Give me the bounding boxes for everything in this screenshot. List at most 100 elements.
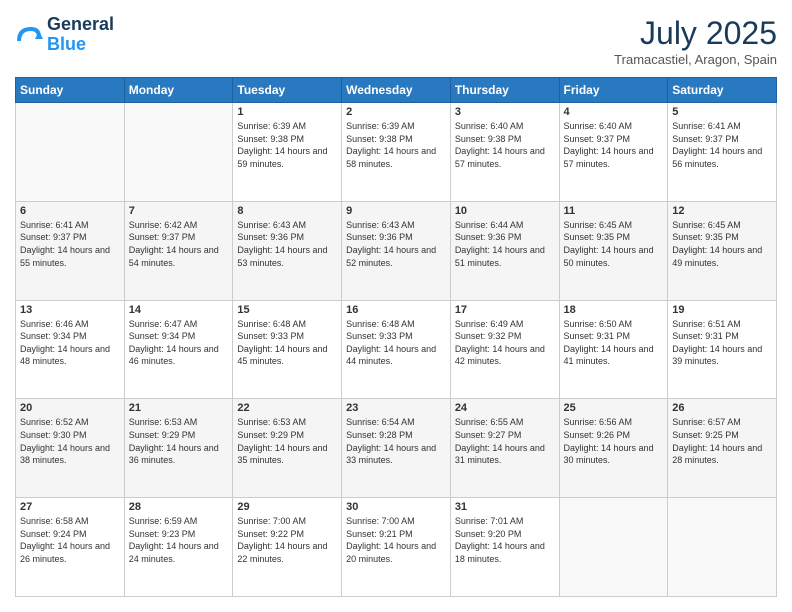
calendar-row-4: 27 Sunrise: 6:58 AM Sunset: 9:24 PM Dayl… [16,498,777,597]
header-monday: Monday [124,78,233,103]
day-number: 18 [564,304,664,316]
calendar-cell: 6 Sunrise: 6:41 AM Sunset: 9:37 PM Dayli… [16,201,125,300]
calendar-cell: 18 Sunrise: 6:50 AM Sunset: 9:31 PM Dayl… [559,300,668,399]
sunset-text: Sunset: 9:36 PM [237,231,337,244]
sunrise-text: Sunrise: 7:00 AM [346,515,446,528]
daylight-text: Daylight: 14 hours and 24 minutes. [129,540,229,565]
cell-content: Sunrise: 6:45 AM Sunset: 9:35 PM Dayligh… [672,219,772,269]
daylight-text: Daylight: 14 hours and 49 minutes. [672,244,772,269]
sunrise-text: Sunrise: 6:39 AM [237,120,337,133]
sunset-text: Sunset: 9:31 PM [564,330,664,343]
sunrise-text: Sunrise: 6:41 AM [672,120,772,133]
cell-content: Sunrise: 6:56 AM Sunset: 9:26 PM Dayligh… [564,416,664,466]
calendar-cell [124,103,233,202]
calendar-cell: 31 Sunrise: 7:01 AM Sunset: 9:20 PM Dayl… [450,498,559,597]
cell-content: Sunrise: 6:53 AM Sunset: 9:29 PM Dayligh… [129,416,229,466]
calendar-cell [668,498,777,597]
daylight-text: Daylight: 14 hours and 35 minutes. [237,442,337,467]
day-number: 31 [455,501,555,513]
day-number: 27 [20,501,120,513]
sunrise-text: Sunrise: 6:40 AM [564,120,664,133]
daylight-text: Daylight: 14 hours and 28 minutes. [672,442,772,467]
sunset-text: Sunset: 9:37 PM [20,231,120,244]
daylight-text: Daylight: 14 hours and 57 minutes. [564,145,664,170]
sunset-text: Sunset: 9:21 PM [346,528,446,541]
header-sunday: Sunday [16,78,125,103]
calendar-cell: 23 Sunrise: 6:54 AM Sunset: 9:28 PM Dayl… [342,399,451,498]
calendar-header-row: Sunday Monday Tuesday Wednesday Thursday… [16,78,777,103]
calendar-cell: 15 Sunrise: 6:48 AM Sunset: 9:33 PM Dayl… [233,300,342,399]
calendar-cell: 21 Sunrise: 6:53 AM Sunset: 9:29 PM Dayl… [124,399,233,498]
day-number: 14 [129,304,229,316]
daylight-text: Daylight: 14 hours and 38 minutes. [20,442,120,467]
sunset-text: Sunset: 9:30 PM [20,429,120,442]
cell-content: Sunrise: 6:46 AM Sunset: 9:34 PM Dayligh… [20,318,120,368]
sunrise-text: Sunrise: 6:57 AM [672,416,772,429]
header-saturday: Saturday [668,78,777,103]
sunset-text: Sunset: 9:25 PM [672,429,772,442]
calendar-cell: 16 Sunrise: 6:48 AM Sunset: 9:33 PM Dayl… [342,300,451,399]
daylight-text: Daylight: 14 hours and 33 minutes. [346,442,446,467]
sunrise-text: Sunrise: 6:59 AM [129,515,229,528]
day-number: 25 [564,402,664,414]
cell-content: Sunrise: 6:48 AM Sunset: 9:33 PM Dayligh… [237,318,337,368]
calendar-cell: 19 Sunrise: 6:51 AM Sunset: 9:31 PM Dayl… [668,300,777,399]
calendar-cell: 20 Sunrise: 6:52 AM Sunset: 9:30 PM Dayl… [16,399,125,498]
sunset-text: Sunset: 9:20 PM [455,528,555,541]
calendar-cell: 1 Sunrise: 6:39 AM Sunset: 9:38 PM Dayli… [233,103,342,202]
calendar-row-2: 13 Sunrise: 6:46 AM Sunset: 9:34 PM Dayl… [16,300,777,399]
sunrise-text: Sunrise: 6:48 AM [237,318,337,331]
cell-content: Sunrise: 7:00 AM Sunset: 9:22 PM Dayligh… [237,515,337,565]
sunrise-text: Sunrise: 6:47 AM [129,318,229,331]
calendar-row-0: 1 Sunrise: 6:39 AM Sunset: 9:38 PM Dayli… [16,103,777,202]
sunset-text: Sunset: 9:38 PM [237,133,337,146]
header: General Blue July 2025 Tramacastiel, Ara… [15,15,777,67]
calendar-cell: 7 Sunrise: 6:42 AM Sunset: 9:37 PM Dayli… [124,201,233,300]
day-number: 20 [20,402,120,414]
daylight-text: Daylight: 14 hours and 57 minutes. [455,145,555,170]
cell-content: Sunrise: 6:40 AM Sunset: 9:37 PM Dayligh… [564,120,664,170]
calendar-cell: 13 Sunrise: 6:46 AM Sunset: 9:34 PM Dayl… [16,300,125,399]
daylight-text: Daylight: 14 hours and 48 minutes. [20,343,120,368]
cell-content: Sunrise: 6:52 AM Sunset: 9:30 PM Dayligh… [20,416,120,466]
cell-content: Sunrise: 6:45 AM Sunset: 9:35 PM Dayligh… [564,219,664,269]
daylight-text: Daylight: 14 hours and 56 minutes. [672,145,772,170]
calendar-cell: 28 Sunrise: 6:59 AM Sunset: 9:23 PM Dayl… [124,498,233,597]
day-number: 29 [237,501,337,513]
day-number: 28 [129,501,229,513]
day-number: 12 [672,205,772,217]
day-number: 9 [346,205,446,217]
cell-content: Sunrise: 6:59 AM Sunset: 9:23 PM Dayligh… [129,515,229,565]
cell-content: Sunrise: 6:53 AM Sunset: 9:29 PM Dayligh… [237,416,337,466]
sunset-text: Sunset: 9:29 PM [129,429,229,442]
sunrise-text: Sunrise: 6:55 AM [455,416,555,429]
calendar-cell: 2 Sunrise: 6:39 AM Sunset: 9:38 PM Dayli… [342,103,451,202]
day-number: 8 [237,205,337,217]
calendar-cell: 24 Sunrise: 6:55 AM Sunset: 9:27 PM Dayl… [450,399,559,498]
cell-content: Sunrise: 6:41 AM Sunset: 9:37 PM Dayligh… [20,219,120,269]
sunset-text: Sunset: 9:33 PM [346,330,446,343]
sunrise-text: Sunrise: 6:56 AM [564,416,664,429]
daylight-text: Daylight: 14 hours and 41 minutes. [564,343,664,368]
daylight-text: Daylight: 14 hours and 50 minutes. [564,244,664,269]
daylight-text: Daylight: 14 hours and 31 minutes. [455,442,555,467]
daylight-text: Daylight: 14 hours and 53 minutes. [237,244,337,269]
calendar-cell: 10 Sunrise: 6:44 AM Sunset: 9:36 PM Dayl… [450,201,559,300]
sunset-text: Sunset: 9:37 PM [129,231,229,244]
cell-content: Sunrise: 6:43 AM Sunset: 9:36 PM Dayligh… [237,219,337,269]
daylight-text: Daylight: 14 hours and 59 minutes. [237,145,337,170]
calendar-cell: 26 Sunrise: 6:57 AM Sunset: 9:25 PM Dayl… [668,399,777,498]
sunset-text: Sunset: 9:38 PM [346,133,446,146]
logo: General Blue [15,15,114,55]
daylight-text: Daylight: 14 hours and 44 minutes. [346,343,446,368]
calendar-row-3: 20 Sunrise: 6:52 AM Sunset: 9:30 PM Dayl… [16,399,777,498]
sunset-text: Sunset: 9:38 PM [455,133,555,146]
sunrise-text: Sunrise: 6:45 AM [672,219,772,232]
sunset-text: Sunset: 9:29 PM [237,429,337,442]
sunrise-text: Sunrise: 6:43 AM [346,219,446,232]
calendar-cell [16,103,125,202]
day-number: 23 [346,402,446,414]
day-number: 17 [455,304,555,316]
cell-content: Sunrise: 6:47 AM Sunset: 9:34 PM Dayligh… [129,318,229,368]
sunrise-text: Sunrise: 6:53 AM [237,416,337,429]
